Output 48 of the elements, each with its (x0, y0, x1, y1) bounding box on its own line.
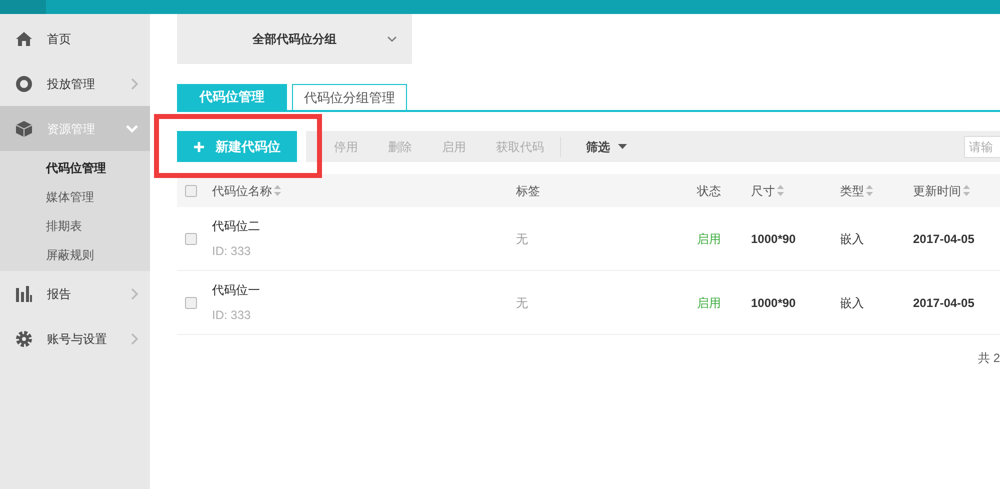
filter-dropdown[interactable]: 筛选 (586, 138, 627, 156)
table-cell-text: 无 (516, 230, 529, 248)
checkbox[interactable] (185, 232, 197, 244)
submenu-item[interactable]: 代码位管理 (0, 153, 150, 182)
sidebar-item[interactable]: 报告 (0, 271, 150, 316)
checkbox[interactable] (185, 296, 197, 308)
table-cell-text: ID: 333 (212, 307, 252, 324)
tab[interactable]: 代码位分组管理 (292, 84, 407, 110)
table-cell-text: 代码位二 (212, 218, 261, 235)
column-header[interactable]: 代码位名称 (212, 182, 516, 200)
table-cell-text: ID: 333 (212, 243, 252, 260)
group-dropdown[interactable]: 全部代码位分组 (177, 14, 412, 64)
home-icon (15, 30, 33, 46)
table-cell-text: 嵌入 (840, 294, 865, 312)
caret-icon (618, 144, 627, 149)
column-header[interactable]: 类型 (840, 182, 913, 200)
sort-icon[interactable] (866, 185, 873, 196)
table-cell-text: 2017-04-05 (913, 230, 976, 248)
table-cell-text: 嵌入 (840, 230, 865, 248)
sidebar-item[interactable]: 投放管理 (0, 61, 150, 106)
submenu-item[interactable]: 媒体管理 (0, 182, 150, 211)
plus-icon (194, 142, 204, 152)
table-cell-text: 2017-04-05 (913, 294, 976, 312)
column-header[interactable]: 更新时间 (913, 182, 993, 200)
sort-icon[interactable] (777, 185, 784, 196)
bar-chart-icon (15, 286, 33, 302)
sort-icon[interactable] (274, 185, 281, 196)
status-text: 启用 (697, 296, 721, 310)
cube-icon (15, 120, 33, 138)
table-cell-text: 1000*90 (751, 230, 797, 248)
table-cell-text: 代码位一 (212, 282, 261, 299)
column-header: 标签 (516, 182, 541, 200)
column-header[interactable]: 尺寸 (751, 182, 840, 200)
submenu-item[interactable]: 屏蔽规则 (0, 240, 150, 269)
sort-icon[interactable] (963, 185, 970, 196)
column-header: 状态 (697, 182, 722, 200)
table-cell-text: 无 (516, 294, 529, 312)
chevron-down-icon (387, 36, 397, 42)
checkbox[interactable] (185, 184, 197, 196)
table-cell-text: 1000*90 (751, 294, 797, 312)
ring-icon (15, 74, 33, 92)
status-text: 启用 (697, 232, 721, 246)
sidebar-item[interactable]: 首页 (0, 16, 150, 61)
total-count: 共 2 (978, 350, 1000, 367)
sidebar-item[interactable]: 账号与设置 (0, 316, 150, 361)
settings-icon (15, 330, 33, 348)
submenu-item[interactable]: 排期表 (0, 211, 150, 240)
search-field[interactable]: 请输 (964, 136, 1000, 158)
